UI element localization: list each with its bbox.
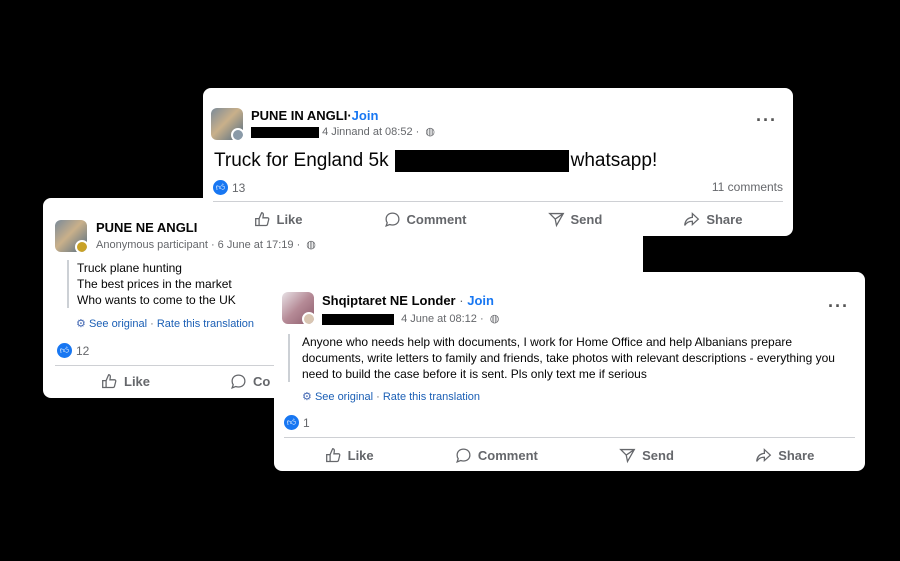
reaction-number: 12 [76, 343, 90, 358]
send-label: Send [642, 447, 674, 463]
send-label: Send [570, 211, 603, 227]
comment-label: Comment [406, 211, 467, 227]
comment-button[interactable]: Co [230, 373, 270, 390]
avatar-badge-icon [302, 312, 314, 324]
translate-gear-icon: ⚙ [76, 318, 86, 330]
action-bar: Like Comment Send Share [213, 205, 783, 233]
body-text: Anyone who needs help with documents, I … [302, 335, 835, 381]
redacted-author [251, 126, 319, 138]
rate-translation-link[interactable]: Rate this translation [383, 391, 480, 403]
join-link[interactable]: Join [467, 293, 494, 308]
body-line: Truck plane hunting [77, 261, 182, 275]
like-label: Like [276, 211, 303, 227]
group-avatar[interactable] [282, 292, 314, 324]
link-separator: · [150, 318, 154, 330]
share-button[interactable]: Share [755, 447, 814, 464]
share-button[interactable]: Share [683, 211, 742, 228]
translation-links: ⚙ See original · Rate this translation [302, 390, 480, 403]
more-options-icon[interactable]: ··· [756, 110, 777, 131]
post-meta: 4 Jinnand at 08:52 · ◍ [251, 125, 435, 138]
group-name[interactable]: PUNE IN ANGLI [251, 108, 347, 123]
redacted-phone [394, 150, 569, 172]
link-separator: · [376, 391, 380, 403]
group-name-row: Shqiptaret NE Londer · Join [322, 293, 494, 308]
translation-links: ⚙ See original · Rate this translation [76, 317, 254, 330]
like-label: Like [124, 374, 151, 389]
see-original-link[interactable]: See original [89, 318, 147, 330]
comment-button[interactable]: Comment [455, 447, 538, 464]
avatar-badge-icon [231, 128, 243, 140]
rate-translation-link[interactable]: Rate this translation [157, 318, 254, 330]
body-end: whatsapp! [570, 150, 658, 171]
more-options-icon[interactable]: ··· [828, 296, 849, 317]
date-meta: 4 Jinnand at 08:52 · [322, 126, 420, 138]
comment-button[interactable]: Comment [384, 211, 467, 228]
author-meta-text: Anonymous participant · 6 June at 17:19 … [96, 239, 301, 251]
translate-gear-icon: ⚙ [302, 391, 312, 403]
like-button[interactable]: Like [254, 211, 303, 228]
reaction-number: 13 [232, 180, 246, 195]
thumbs-up-icon [325, 447, 341, 462]
join-link[interactable]: Join [352, 108, 379, 123]
like-reaction-icon: 👍︎ [57, 343, 72, 358]
share-label: Share [778, 447, 815, 463]
post-body: Truck plane hunting The best prices in t… [67, 260, 236, 308]
send-icon [619, 448, 636, 463]
comments-count[interactable]: 11 comments [712, 180, 783, 194]
thumbs-up-icon [254, 211, 269, 226]
globe-icon: ◍ [306, 239, 316, 251]
group-name[interactable]: Shqiptaret NE Londer [322, 293, 456, 308]
like-button[interactable]: Like [101, 373, 150, 390]
divider [213, 201, 783, 202]
thumbs-up-icon [102, 374, 117, 389]
reaction-count[interactable]: 👍︎ 1 [284, 415, 310, 430]
like-reaction-icon: 👍︎ [284, 415, 299, 430]
body-start: Truck for England 5k [214, 150, 389, 171]
comment-icon [455, 447, 471, 463]
send-icon [547, 212, 564, 227]
comment-icon [231, 374, 246, 389]
like-button[interactable]: Like [325, 447, 374, 464]
group-avatar[interactable] [211, 108, 243, 140]
send-button[interactable]: Send [547, 211, 603, 228]
group-avatar[interactable] [55, 220, 87, 252]
comment-label: Comment [477, 447, 538, 463]
post-card-top: PUNE IN ANGLI·Join 4 Jinnand at 08:52 · … [203, 88, 793, 236]
share-icon [684, 211, 700, 226]
post-meta: 4 June at 08:12 · ◍ [322, 312, 499, 325]
reaction-count[interactable]: 👍︎ 13 [213, 180, 245, 195]
post-meta: Anonymous participant · 6 June at 17:19 … [96, 238, 316, 251]
like-reaction-icon: 👍︎ [213, 180, 228, 195]
reaction-count[interactable]: 👍︎ 12 [57, 343, 89, 358]
separator: · [459, 293, 464, 308]
date-meta: 4 June at 08:12 · [401, 313, 484, 325]
share-label: Share [706, 211, 743, 227]
group-name-row: PUNE IN ANGLI·Join [251, 108, 378, 123]
reaction-number: 1 [303, 415, 310, 430]
see-original-link[interactable]: See original [315, 391, 373, 403]
action-bar: Like Comment Send Share [284, 441, 855, 469]
body-line: The best prices in the market [77, 277, 232, 291]
group-name[interactable]: PUNE NE ANGLI [96, 220, 197, 235]
post-card-right: Shqiptaret NE Londer · Join 4 June at 08… [274, 272, 865, 471]
like-label: Like [347, 447, 374, 463]
share-icon [756, 447, 772, 462]
body-line: Who wants to come to the UK [77, 293, 236, 307]
globe-icon: ◍ [489, 313, 500, 325]
post-body: Truck for England 5k whatsapp! [214, 150, 657, 172]
post-body: Anyone who needs help with documents, I … [288, 334, 847, 382]
divider [284, 437, 855, 438]
comment-icon [384, 211, 400, 227]
comment-label: Co [253, 374, 271, 389]
anonymous-badge-icon [75, 240, 87, 252]
send-button[interactable]: Send [619, 447, 674, 464]
globe-icon: ◍ [425, 126, 435, 138]
redacted-author [322, 313, 394, 325]
